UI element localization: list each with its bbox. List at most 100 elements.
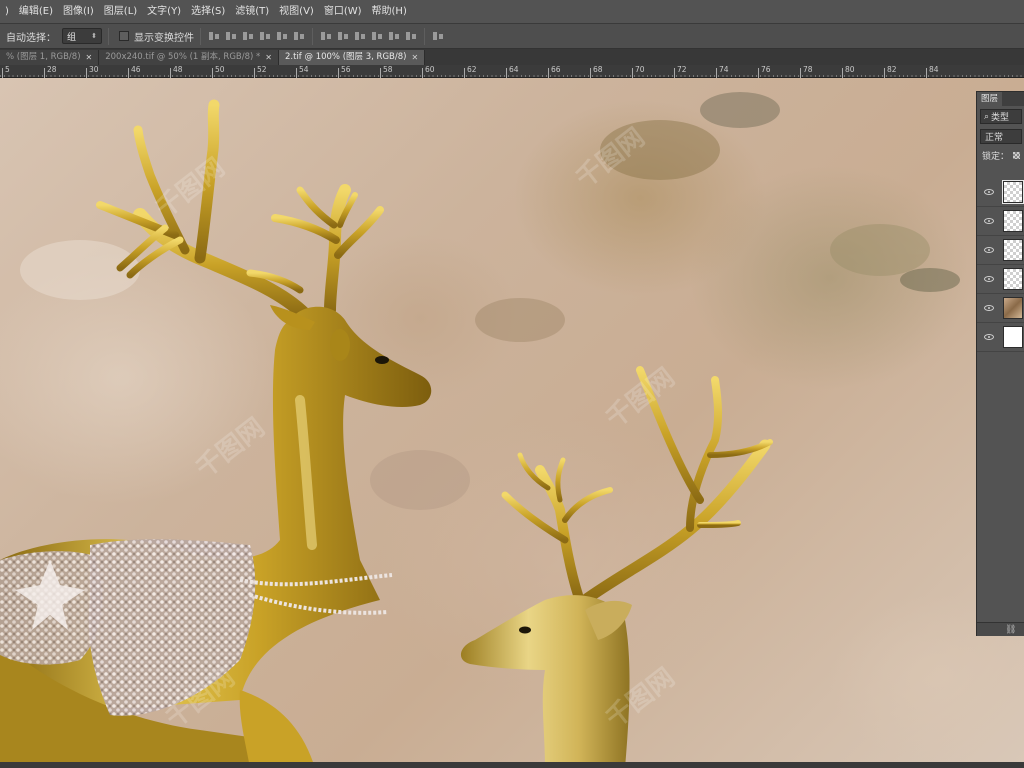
ruler-major-tick	[506, 68, 507, 78]
ruler-major-tick	[716, 68, 717, 78]
layers-panel: 图层 ⌕ 类型 正常 锁定： ⛓	[976, 91, 1024, 636]
layer-thumbnail	[1003, 239, 1023, 261]
ruler-label: 60	[425, 65, 435, 74]
menu-item-window[interactable]: 窗口(W)	[319, 0, 367, 24]
options-separator	[424, 27, 425, 45]
layer-thumbnail	[1003, 210, 1023, 232]
align-horizontal-centers-icon[interactable]	[275, 29, 289, 43]
ruler-major-tick	[926, 68, 927, 78]
ruler-major-tick	[2, 68, 3, 78]
ruler-major-tick	[758, 68, 759, 78]
ruler-major-tick	[296, 68, 297, 78]
document-tab-2[interactable]: 200x240.tif @ 50% (1 副本, RGB/8) * ✕	[99, 50, 279, 65]
options-separator	[200, 27, 201, 45]
menu-item-image[interactable]: 图像(I)	[58, 0, 99, 24]
eye-icon[interactable]	[984, 189, 994, 195]
ruler-major-tick	[548, 68, 549, 78]
eye-icon[interactable]	[984, 305, 994, 311]
ruler-label: 80	[845, 65, 855, 74]
layer-row[interactable]	[977, 265, 1024, 294]
ruler-label: 82	[887, 65, 897, 74]
eye-icon[interactable]	[984, 218, 994, 224]
options-separator	[108, 27, 109, 45]
auto-select-label: 自动选择：	[6, 32, 56, 44]
ruler-major-tick	[338, 68, 339, 78]
layer-row[interactable]	[977, 236, 1024, 265]
menu-item-select[interactable]: 选择(S)	[186, 0, 230, 24]
ruler-major-tick	[254, 68, 255, 78]
distribute-left-icon[interactable]	[370, 29, 384, 43]
horizontal-ruler[interactable]: 5 28 30 46 48 50 52 54 56 58 60 62 64 66 68 70 72 74 76 78 8…	[0, 65, 1024, 78]
ruler-major-tick	[380, 68, 381, 78]
ruler-major-tick	[884, 68, 885, 78]
menu-item-type[interactable]: 文字(Y)	[142, 0, 186, 24]
ruler-label: 54	[299, 65, 309, 74]
layers-panel-tab[interactable]: 图层	[977, 92, 1003, 106]
distribute-bottom-icon[interactable]	[353, 29, 367, 43]
ruler-label: 52	[257, 65, 267, 74]
ruler-label: 66	[551, 65, 561, 74]
menu-bar: ) 编辑(E) 图像(I) 图层(L) 文字(Y) 选择(S) 滤镜(T) 视图…	[0, 0, 1024, 24]
ruler-label: 74	[719, 65, 729, 74]
document-tab-1[interactable]: % (图层 1, RGB/8) ✕	[0, 50, 100, 65]
show-transform-checkbox[interactable]	[119, 31, 129, 41]
distribute-vcenter-icon[interactable]	[336, 29, 350, 43]
auto-select-dropdown[interactable]: 组 ⬍	[62, 28, 102, 44]
ruler-label: 76	[761, 65, 771, 74]
align-bottom-edges-icon[interactable]	[241, 29, 255, 43]
distribute-buttons-group	[319, 29, 418, 43]
ruler-major-tick	[800, 68, 801, 78]
layer-filter-label: 类型	[991, 113, 1010, 123]
ruler-label: 56	[341, 65, 351, 74]
align-top-edges-icon[interactable]	[207, 29, 221, 43]
layer-thumbnail	[1003, 297, 1023, 319]
layer-row[interactable]	[977, 207, 1024, 236]
ruler-major-tick	[464, 68, 465, 78]
layer-row[interactable]	[977, 323, 1024, 352]
distribute-right-icon[interactable]	[404, 29, 418, 43]
menu-item-help[interactable]: 帮助(H)	[367, 0, 412, 24]
ruler-label: 64	[509, 65, 519, 74]
document-tab-label: 200x240.tif @ 50% (1 副本, RGB/8) *	[105, 52, 261, 62]
menu-item-layer[interactable]: 图层(L)	[99, 0, 142, 24]
lock-row: 锁定：	[982, 149, 1024, 162]
layer-thumbnail	[1002, 180, 1024, 204]
lock-transparent-pixels-icon[interactable]	[1013, 152, 1021, 159]
close-icon[interactable]: ✕	[411, 50, 418, 65]
layer-filter-dropdown[interactable]: ⌕ 类型	[980, 109, 1022, 124]
menu-item-filter[interactable]: 滤镜(T)	[230, 0, 274, 24]
align-left-edges-icon[interactable]	[258, 29, 272, 43]
ruler-label: 78	[803, 65, 813, 74]
eye-icon[interactable]	[984, 276, 994, 282]
document-tab-label: 2.tif @ 100% (图层 3, RGB/8)	[285, 52, 407, 62]
menu-item-edit[interactable]: 编辑(E)	[14, 0, 58, 24]
align-right-edges-icon[interactable]	[292, 29, 306, 43]
link-layers-icon[interactable]: ⛓	[1005, 625, 1016, 635]
layer-row[interactable]	[977, 294, 1024, 323]
close-icon[interactable]: ✕	[86, 50, 93, 65]
menu-item-ps[interactable]: )	[0, 0, 14, 24]
eye-icon[interactable]	[984, 334, 994, 340]
ruler-major-tick	[590, 68, 591, 78]
ruler-label: 48	[173, 65, 183, 74]
ruler-label: 62	[467, 65, 477, 74]
ruler-major-tick	[842, 68, 843, 78]
align-vertical-centers-icon[interactable]	[224, 29, 238, 43]
close-icon[interactable]: ✕	[265, 50, 272, 65]
blend-mode-dropdown[interactable]: 正常	[980, 129, 1022, 144]
ruler-label: 46	[131, 65, 141, 74]
options-separator	[312, 27, 313, 45]
ruler-label: 68	[593, 65, 603, 74]
search-icon: ⌕	[984, 111, 990, 122]
document-canvas[interactable]: 千图网 千图网 千图网 千图网 千图网 千图网	[0, 78, 1024, 768]
ruler-label: 84	[929, 65, 939, 74]
distribute-top-icon[interactable]	[319, 29, 333, 43]
layer-row[interactable]	[977, 178, 1024, 207]
eye-icon[interactable]	[984, 247, 994, 253]
auto-align-layers-icon[interactable]	[431, 29, 445, 43]
lock-label: 锁定：	[982, 152, 1010, 162]
document-tab-3[interactable]: 2.tif @ 100% (图层 3, RGB/8) ✕	[279, 50, 426, 65]
ruler-major-tick	[128, 68, 129, 78]
menu-item-view[interactable]: 视图(V)	[274, 0, 319, 24]
distribute-hcenter-icon[interactable]	[387, 29, 401, 43]
